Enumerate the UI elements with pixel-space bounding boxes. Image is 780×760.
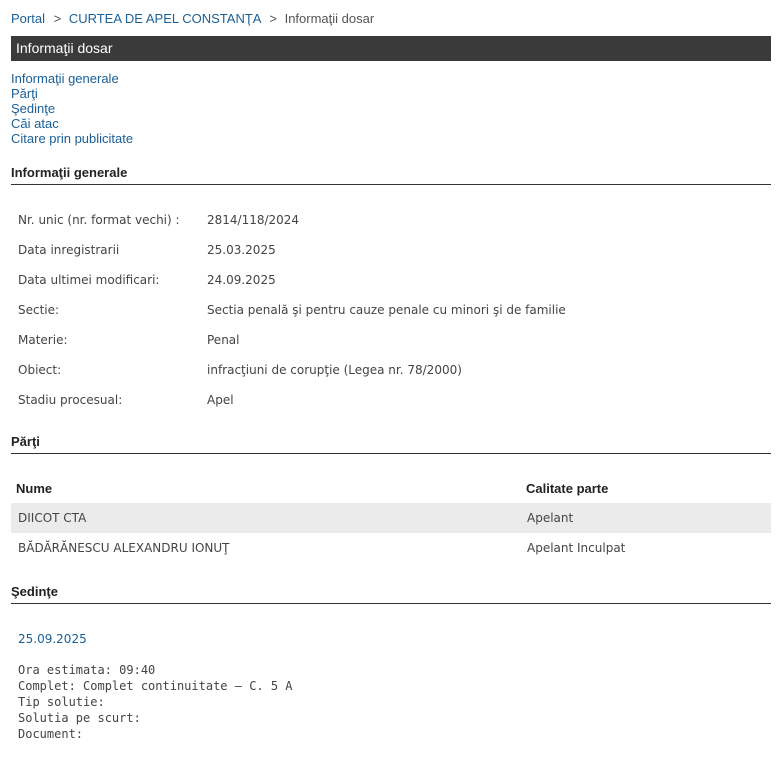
info-label: Obiect: — [18, 363, 62, 377]
parti-table-header: Nume Calitate parte — [11, 473, 771, 503]
nav-link-cai-atac[interactable]: Căi atac — [11, 116, 133, 131]
sedinta-complet: Complet: Complet continuitate – C. 5 A — [18, 679, 293, 693]
section-heading-general: Informaţii generale — [11, 165, 771, 185]
party-name: BĂDĂRĂNESCU ALEXANDRU IONUŢ — [18, 541, 230, 555]
party-role: Apelant — [527, 511, 574, 525]
table-row: DIICOT CTA Apelant — [11, 503, 771, 533]
nav-link-informatii-generale[interactable]: Informaţii generale — [11, 71, 133, 86]
party-role: Apelant Inculpat — [527, 541, 626, 555]
party-name: DIICOT CTA — [18, 511, 87, 525]
breadcrumb-separator: > — [53, 11, 62, 26]
info-label: Sectie: — [18, 303, 60, 317]
info-label: Data inregistrarii — [18, 243, 120, 257]
page-title: Informaţii dosar — [16, 40, 113, 56]
nav-link-sedinte[interactable]: Şedinţe — [11, 101, 133, 116]
info-value: 24.09.2025 — [207, 273, 276, 287]
info-label: Materie: — [18, 333, 68, 347]
info-label: Data ultimei modificari: — [18, 273, 160, 287]
column-header-nume: Nume — [16, 481, 53, 496]
breadcrumb-court-link[interactable]: CURTEA DE APEL CONSTANŢA — [69, 11, 261, 26]
sedinta-tip-solutie: Tip solutie: — [18, 695, 105, 709]
page-title-bar: Informaţii dosar — [11, 36, 771, 61]
section-heading-parti: Părţi — [11, 434, 771, 454]
info-label: Nr. unic (nr. format vechi) : — [18, 213, 180, 227]
info-value: 25.03.2025 — [207, 243, 276, 257]
info-value: infracţiuni de corupţie (Legea nr. 78/20… — [207, 363, 462, 377]
info-value: Penal — [207, 333, 240, 347]
section-nav: Informaţii generale Părţi Şedinţe Căi at… — [11, 71, 133, 146]
column-header-calitate-parte: Calitate parte — [526, 481, 609, 496]
breadcrumb: Portal > CURTEA DE APEL CONSTANŢA > Info… — [11, 11, 374, 26]
section-heading-sedinte: Şedinţe — [11, 584, 771, 604]
sedinta-solutia-pe-scurt: Solutia pe scurt: — [18, 711, 141, 725]
sedinta-ora-estimata: Ora estimata: 09:40 — [18, 663, 156, 677]
nav-link-parti[interactable]: Părţi — [11, 86, 133, 101]
sedinta-document: Document: — [18, 727, 84, 741]
info-value: Apel — [207, 393, 234, 407]
info-value: Sectia penală şi pentru cauze penale cu … — [207, 303, 566, 317]
breadcrumb-portal-link[interactable]: Portal — [11, 11, 45, 26]
nav-link-citare-prin-publicitate[interactable]: Citare prin publicitate — [11, 131, 133, 146]
sedinta-date: 25.09.2025 — [18, 632, 87, 646]
breadcrumb-current: Informaţii dosar — [284, 11, 375, 26]
table-row: BĂDĂRĂNESCU ALEXANDRU IONUŢ Apelant Incu… — [11, 533, 771, 563]
info-value: 2814/118/2024 — [207, 213, 300, 227]
sedinta-details: Ora estimata: 09:40 Complet: Complet con… — [18, 662, 293, 742]
breadcrumb-separator: > — [269, 11, 277, 26]
info-label: Stadiu procesual: — [18, 393, 123, 407]
parti-table: Nume Calitate parte DIICOT CTA Apelant B… — [11, 473, 771, 563]
